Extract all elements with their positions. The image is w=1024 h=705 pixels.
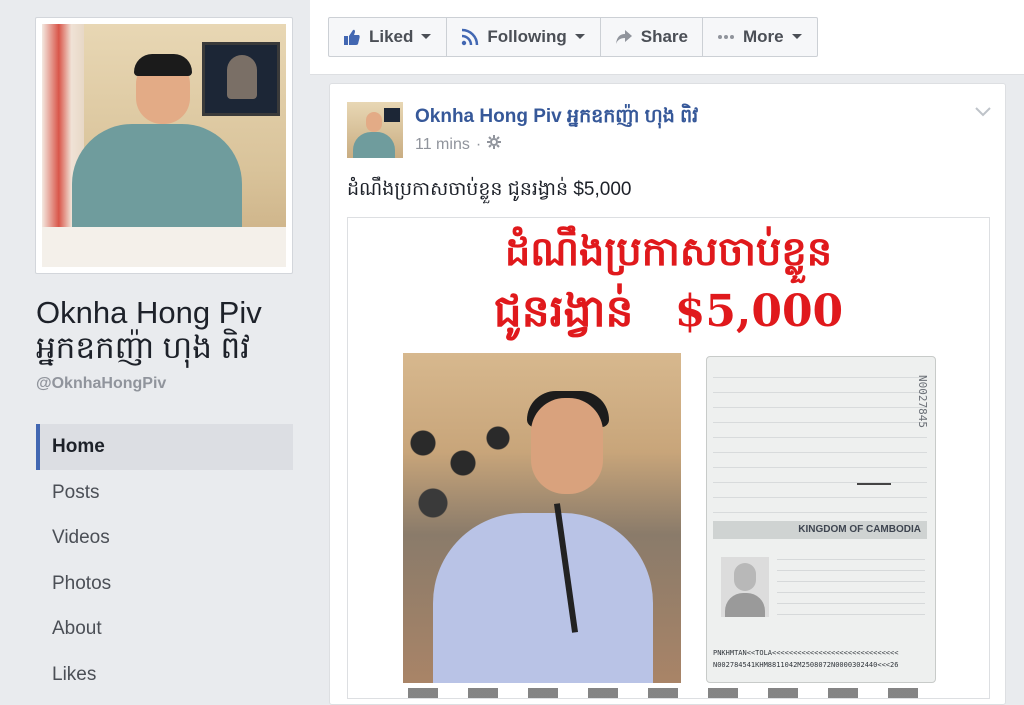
nav-item-about[interactable]: About	[36, 606, 293, 652]
more-button[interactable]: More	[703, 18, 817, 56]
page-name-km: អ្នកឧកញ៉ា ហុង ពិវ	[36, 330, 251, 365]
page-action-bar: Liked Following Share More	[310, 0, 1024, 75]
poster-reward-amount: $5,000	[674, 286, 844, 337]
poster-reward: ជូនរង្វាន់ $5,000	[348, 284, 989, 348]
rss-icon	[461, 28, 479, 46]
meta-separator: ·	[475, 135, 482, 153]
page-sidebar: Oknha Hong Piv អ្នកឧកញ៉ា ហុង ពិវ @OknhaH…	[0, 0, 310, 691]
post-meta: 11 mins ·	[415, 135, 502, 154]
passport-mrz-line2: N002784541KHM8811042M2508072N0000302440<…	[713, 661, 899, 669]
passport-serial: N0027845	[916, 375, 929, 428]
passport-mrz: PNKHMTAN<<TOLA<<<<<<<<<<<<<<<<<<<<<<<<<<…	[713, 647, 927, 671]
profile-photo[interactable]	[35, 17, 293, 274]
photo-person-hair	[134, 54, 192, 76]
post-timestamp[interactable]: 11 mins	[415, 136, 470, 154]
liked-label: Liked	[369, 27, 414, 46]
passport-header: KINGDOM OF CAMBODIA	[713, 521, 927, 539]
passport-image: N0027845 KINGDOM OF CAMBODIA PNKHMTAN<<T…	[706, 356, 936, 683]
following-button[interactable]: Following	[447, 18, 601, 56]
more-label: More	[742, 27, 784, 46]
nav-item-photos[interactable]: Photos	[36, 561, 293, 607]
thumbs-up-icon	[343, 28, 361, 46]
share-label: Share	[640, 27, 688, 46]
chevron-down-icon	[420, 33, 432, 41]
photo-tv	[202, 42, 280, 116]
avatar[interactable]	[347, 102, 403, 158]
post-author[interactable]: Oknha Hong Piv អ្នកឧកញ៉ា ហុង ពិវ	[415, 104, 698, 132]
passport-details	[777, 549, 925, 625]
post-image-attachment[interactable]: ដំណឹងប្រកាសចាប់ខ្លួន ជូនរង្វាន់ $5,000 N…	[347, 217, 990, 699]
photo-person	[433, 513, 653, 683]
liked-button[interactable]: Liked	[329, 18, 448, 56]
page-handle[interactable]: @OknhaHongPiv	[36, 375, 166, 393]
chevron-down-icon	[574, 33, 586, 41]
post-text: ដំណឹងប្រកាសចាប់ខ្លួន ជូនរង្វាន់ $5,000	[347, 179, 632, 200]
poster-bottom-text	[408, 688, 928, 698]
nav-item-posts[interactable]: Posts	[36, 470, 293, 516]
poster-heading: ដំណឹងប្រកាសចាប់ខ្លួន	[504, 228, 833, 275]
photo-table	[42, 227, 286, 267]
share-button[interactable]: Share	[601, 18, 703, 56]
following-label: Following	[487, 27, 567, 46]
post-card: Oknha Hong Piv អ្នកឧកញ៉ា ហុង ពិវ 11 mins…	[329, 83, 1006, 705]
chevron-down-icon	[791, 33, 803, 41]
chevron-down-icon[interactable]	[975, 104, 991, 122]
passport-photo	[721, 557, 769, 617]
photo-person-head	[531, 398, 603, 494]
share-arrow-icon	[615, 29, 633, 45]
ellipsis-icon	[717, 34, 735, 40]
gear-icon[interactable]	[487, 135, 502, 154]
passport-upper-page	[713, 363, 927, 513]
nav-item-videos[interactable]: Videos	[36, 515, 293, 561]
passport-signature	[857, 467, 891, 485]
nav-item-home[interactable]: Home	[36, 424, 293, 470]
action-button-group: Liked Following Share More	[328, 17, 818, 57]
page-nav: Home Posts Videos Photos About Likes	[36, 424, 293, 697]
page-title: Oknha Hong Piv អ្នកឧកញ៉ា ហុង ពិវ	[36, 295, 306, 365]
passport-mrz-line1: PNKHMTAN<<TOLA<<<<<<<<<<<<<<<<<<<<<<<<<<…	[713, 649, 899, 657]
wanted-person-photo	[403, 353, 681, 683]
nav-item-likes[interactable]: Likes	[36, 652, 293, 698]
poster-reward-label: ជូនរង្វាន់	[493, 286, 634, 337]
profile-photo-image	[42, 24, 286, 267]
page-name-en: Oknha Hong Piv	[36, 295, 262, 330]
